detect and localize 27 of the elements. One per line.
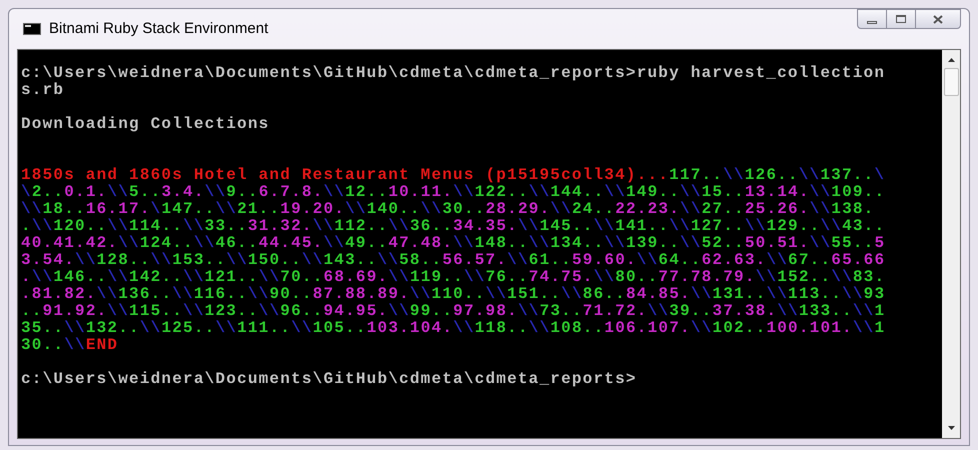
maximize-button[interactable] bbox=[887, 9, 915, 29]
minimize-icon bbox=[867, 20, 877, 24]
scroll-thumb[interactable] bbox=[944, 68, 958, 96]
maximize-icon bbox=[896, 15, 906, 23]
console-line: 3.54.\\128..\\153..\\150..\\143..\\58..56.57.\\61..59.60.\\64..62.63.\\67..65.66 bbox=[21, 252, 886, 269]
close-button[interactable] bbox=[915, 9, 961, 29]
console-line: Downloading Collections bbox=[21, 116, 270, 133]
console-line: .81.82.\\136..\\116..\\90..87.88.89.\\110..\\151..\\86..84.85.\\131..\\113..\\93 bbox=[21, 286, 886, 303]
console-icon bbox=[23, 23, 41, 35]
console-line: 40.41.42.\\124..\\46..44.45.\\49..47.48.\\148..\\134..\\139..\\52..50.51.\\55..5 bbox=[21, 235, 886, 252]
window-title: Bitnami Ruby Stack Environment bbox=[49, 18, 268, 39]
console-line: c:\Users\weidnera\Documents\GitHub\cdmeta\cdmeta_reports>ruby harvest_collection bbox=[21, 65, 886, 82]
scroll-down-arrow-icon[interactable] bbox=[948, 426, 954, 430]
scroll-up-arrow-icon[interactable] bbox=[948, 58, 954, 62]
console-line: .\\146..\\142..\\121..\\70..68.69.\\119..\\76..74.75.\\80..77.78.79.\\152..\\83. bbox=[21, 269, 886, 286]
close-icon bbox=[933, 14, 943, 24]
console-line: 30..\\END bbox=[21, 337, 118, 354]
console-line: c:\Users\weidnera\Documents\GitHub\cdmeta\cdmeta_reports> bbox=[21, 371, 637, 388]
console-line: \\18..16.17.\147..\\21..19.20.\\140..\\30..28.29.\\24..22.23.\\27..25.26.\\138. bbox=[21, 201, 874, 218]
console-line: \2..0.1.\\5..3.4.\\9..6.7.8.\\12..10.11.\\122..\\144..\\149..\\15..13.14.\\109.. bbox=[21, 184, 886, 201]
minimize-button[interactable] bbox=[857, 9, 887, 29]
console-line: ..91.92.\\115..\\123..\\96..94.95.\\99..97.98.\\73..71.72.\\39..37.38.\\133..\\1 bbox=[21, 303, 886, 320]
scrollbar[interactable] bbox=[942, 50, 960, 438]
console-line: 1850s and 1860s Hotel and Restaurant Menus (p15195coll34)...117..\\126..\\137..\ bbox=[21, 167, 886, 184]
console-line: .\\120..\\114..\\33..31.32.\\112..\\36..34.35.\\145..\\141..\\127..\\129..\\43.. bbox=[21, 218, 886, 235]
console-line: 35..\\132..\\125..\\111..\\105..103.104.\\118..\\108..106.107.\\102..100.101.\\1 bbox=[21, 320, 886, 337]
console-line: s.rb bbox=[21, 82, 64, 99]
